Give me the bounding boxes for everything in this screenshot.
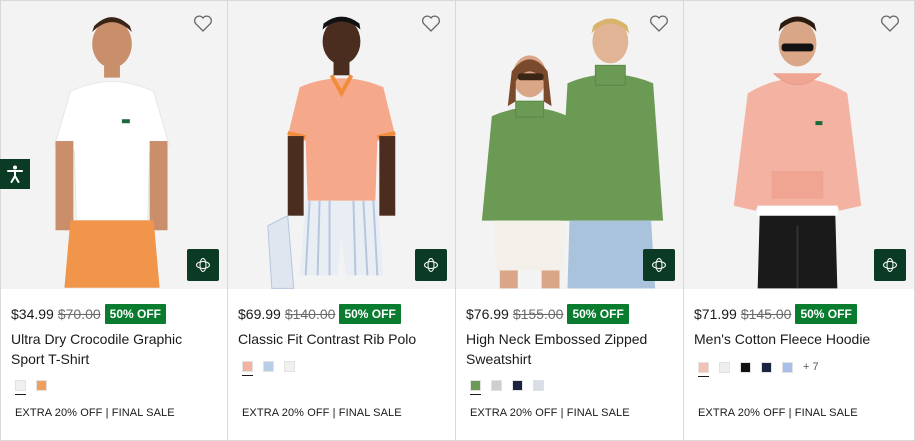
color-swatch[interactable] <box>263 361 274 372</box>
product-photo-sweatshirt <box>456 1 683 289</box>
sale-price: $69.99 <box>238 306 281 322</box>
product-photo-hoodie <box>684 1 914 289</box>
price-row: $34.99 $70.00 50% OFF <box>11 304 167 324</box>
discount-badge: 50% OFF <box>795 304 857 324</box>
color-swatch[interactable] <box>782 361 793 373</box>
price-row: $76.99 $155.00 50% OFF <box>466 304 629 324</box>
color-swatch[interactable] <box>36 380 47 391</box>
original-price: $70.00 <box>57 306 101 322</box>
product-image[interactable] <box>228 1 455 289</box>
accessibility-icon <box>7 165 23 183</box>
product-image[interactable] <box>684 1 914 289</box>
color-swatch[interactable] <box>491 380 502 391</box>
product-grid: $34.99 $70.00 50% OFF Ultra Dry Crocodil… <box>0 0 915 441</box>
discount-badge: 50% OFF <box>567 304 629 324</box>
product-title[interactable]: Men's Cotton Fleece Hoodie <box>694 329 902 349</box>
price-row: $69.99 $140.00 50% OFF <box>238 304 401 324</box>
color-swatch[interactable] <box>470 380 481 395</box>
color-swatch[interactable] <box>242 361 253 376</box>
view-360-button[interactable] <box>643 249 675 281</box>
view-360-icon <box>424 258 438 272</box>
more-colors-link[interactable]: + 7 <box>803 361 819 373</box>
color-swatch[interactable] <box>533 380 544 391</box>
color-swatch[interactable] <box>698 361 709 377</box>
product-card[interactable]: $71.99 $145.00 50% OFF Men's Cotton Flee… <box>684 0 915 441</box>
view-360-button[interactable] <box>187 249 219 281</box>
sale-price: $71.99 <box>694 306 737 322</box>
product-photo-tshirt <box>1 2 227 288</box>
color-swatches: + 7 <box>698 361 819 377</box>
color-swatch[interactable] <box>512 380 523 391</box>
product-image[interactable] <box>1 1 227 289</box>
color-swatch[interactable] <box>284 361 295 372</box>
product-photo-polo <box>228 1 455 289</box>
promo-text: EXTRA 20% OFF | FINAL SALE <box>15 407 175 419</box>
product-image[interactable] <box>456 1 683 289</box>
wishlist-heart-icon[interactable] <box>880 15 900 33</box>
original-price: $145.00 <box>740 306 792 322</box>
original-price: $155.00 <box>512 306 564 322</box>
view-360-button[interactable] <box>874 249 906 281</box>
sale-price: $76.99 <box>466 306 509 322</box>
promo-text: EXTRA 20% OFF | FINAL SALE <box>242 407 402 419</box>
product-title[interactable]: Classic Fit Contrast Rib Polo <box>238 329 446 349</box>
view-360-icon <box>196 258 210 272</box>
product-card[interactable]: $69.99 $140.00 50% OFF Classic Fit Contr… <box>228 0 456 441</box>
promo-text: EXTRA 20% OFF | FINAL SALE <box>470 407 630 419</box>
color-swatches <box>15 380 47 395</box>
original-price: $140.00 <box>284 306 336 322</box>
promo-text: EXTRA 20% OFF | FINAL SALE <box>698 407 858 419</box>
product-title[interactable]: High Neck Embossed Zipped Sweatshirt <box>466 329 674 369</box>
sale-price: $34.99 <box>11 306 54 322</box>
product-card[interactable]: $34.99 $70.00 50% OFF Ultra Dry Crocodil… <box>0 0 228 441</box>
view-360-button[interactable] <box>415 249 447 281</box>
discount-badge: 50% OFF <box>104 304 167 324</box>
price-row: $71.99 $145.00 50% OFF <box>694 304 857 324</box>
discount-badge: 50% OFF <box>339 304 401 324</box>
product-title[interactable]: Ultra Dry Crocodile Graphic Sport T-Shir… <box>11 329 219 369</box>
color-swatch[interactable] <box>761 361 772 373</box>
color-swatches <box>470 380 544 395</box>
color-swatch[interactable] <box>740 361 751 373</box>
color-swatches <box>242 361 295 376</box>
wishlist-heart-icon[interactable] <box>421 15 441 33</box>
color-swatch[interactable] <box>719 361 730 373</box>
wishlist-heart-icon[interactable] <box>193 15 213 33</box>
wishlist-heart-icon[interactable] <box>649 15 669 33</box>
product-card[interactable]: $76.99 $155.00 50% OFF High Neck Embosse… <box>456 0 684 441</box>
color-swatch[interactable] <box>15 380 26 395</box>
view-360-icon <box>883 258 897 272</box>
accessibility-button[interactable] <box>0 159 30 189</box>
view-360-icon <box>652 258 666 272</box>
